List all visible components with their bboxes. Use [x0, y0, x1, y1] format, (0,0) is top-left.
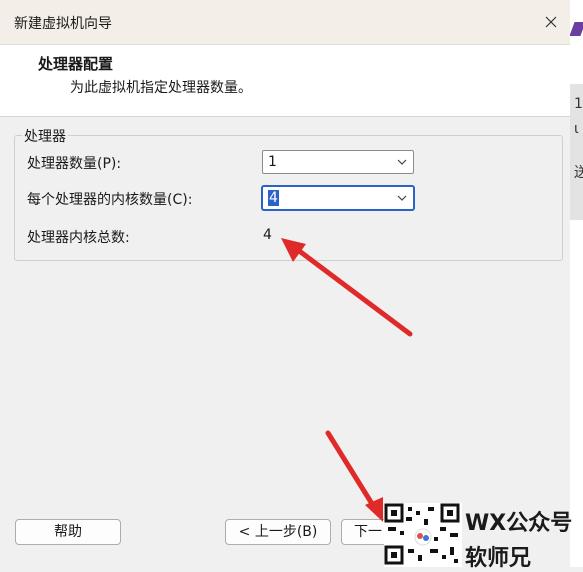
page-title: 处理器配置: [38, 55, 114, 73]
processor-count-select[interactable]: 1: [262, 150, 414, 174]
cores-per-processor-value: 4: [268, 190, 279, 206]
processor-count-value: 1: [268, 154, 277, 170]
cores-per-processor-label: 每个处理器的内核数量(C):: [27, 192, 193, 208]
help-button[interactable]: 帮助: [15, 519, 121, 545]
watermark-line-2: 软师兄: [465, 546, 532, 571]
chevron-down-icon: [397, 195, 407, 201]
processor-count-label: 处理器数量(P):: [27, 156, 122, 172]
page-subtitle: 为此虚拟机指定处理器数量。: [70, 80, 252, 96]
qr-code-watermark: [384, 503, 462, 567]
group-legend: 处理器: [22, 126, 68, 146]
background-glyph: ι: [574, 121, 579, 137]
background-glyph: 送: [574, 165, 583, 181]
chevron-down-icon: [397, 159, 407, 165]
total-cores-label: 处理器内核总数:: [27, 230, 130, 246]
close-icon[interactable]: [543, 14, 559, 30]
window-title: 新建虚拟机向导: [14, 16, 112, 32]
cores-per-processor-select[interactable]: 4: [262, 186, 414, 210]
watermark-line-1: WX公众号: [465, 511, 573, 536]
qr-code-icon: [384, 503, 460, 565]
background-glyph: 1: [574, 96, 583, 112]
back-button[interactable]: < 上一步(B): [225, 519, 331, 545]
total-cores-value: 4: [263, 227, 272, 243]
